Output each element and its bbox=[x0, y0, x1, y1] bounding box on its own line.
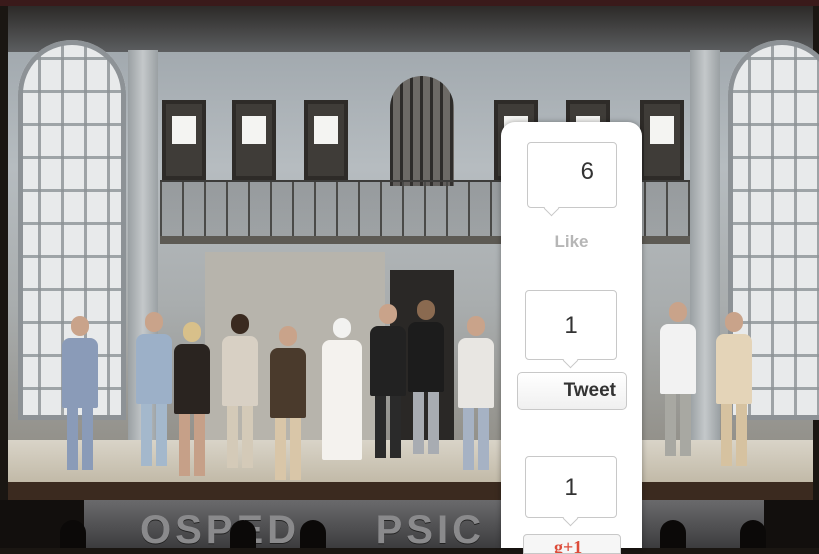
audience-head bbox=[300, 520, 326, 548]
cast-member bbox=[62, 316, 98, 470]
cast-member bbox=[222, 314, 258, 468]
audience-head bbox=[740, 520, 766, 548]
gplus-button[interactable]: g+1 bbox=[523, 534, 621, 554]
cast-member bbox=[136, 312, 172, 466]
barred-arch-door bbox=[390, 76, 454, 186]
gplus-icon: g+1 bbox=[554, 537, 583, 554]
tweet-count[interactable]: 1 bbox=[525, 290, 617, 360]
facebook-like-button[interactable]: Like bbox=[501, 232, 642, 252]
cast-member bbox=[458, 316, 494, 470]
audience-head bbox=[60, 520, 86, 548]
set-ceiling bbox=[8, 6, 813, 52]
theater-stage-photo: OSPED PSIC bbox=[0, 0, 819, 548]
cast-member bbox=[716, 312, 752, 466]
set-window bbox=[640, 100, 684, 180]
facebook-like-count[interactable]: 6 bbox=[527, 142, 617, 208]
top-strip bbox=[0, 0, 819, 6]
cast-member bbox=[408, 300, 444, 454]
cast-member bbox=[660, 302, 696, 456]
cast-member bbox=[322, 318, 362, 460]
set-window bbox=[232, 100, 276, 180]
set-window bbox=[304, 100, 348, 180]
cast-member bbox=[370, 304, 406, 458]
set-window bbox=[162, 100, 206, 180]
audience-head bbox=[660, 520, 686, 548]
gplus-count[interactable]: 1 bbox=[525, 456, 617, 518]
cast-member bbox=[270, 326, 306, 480]
audience-head bbox=[230, 520, 256, 548]
cast-member bbox=[174, 322, 210, 476]
social-share-panel: 6 Like 1 Tweet 1 g+1 bbox=[501, 122, 642, 554]
tweet-button[interactable]: Tweet bbox=[517, 372, 627, 410]
